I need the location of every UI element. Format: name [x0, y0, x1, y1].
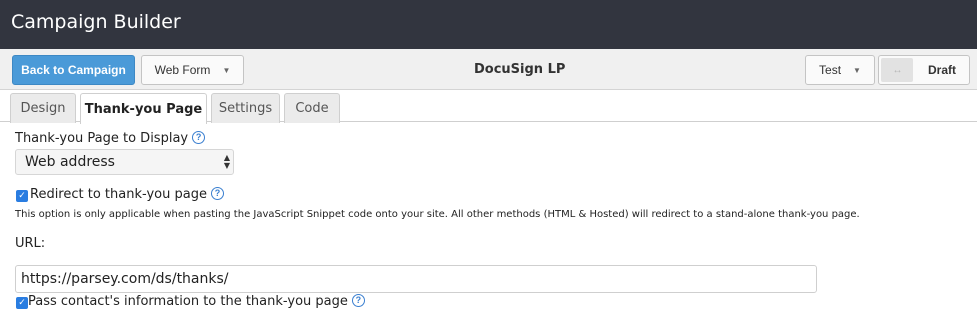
form-type-label: Web Form	[154, 63, 211, 77]
tab-thank-you-page[interactable]: Thank-you Page	[80, 93, 207, 124]
display-field-label: Thank-you Page to Display?	[15, 131, 206, 146]
updown-arrows-icon: ▲ ▼	[223, 153, 230, 170]
redirect-label-text: Redirect to thank-you page	[30, 187, 207, 202]
tab-settings[interactable]: Settings	[211, 93, 280, 123]
redirect-note: This option is only applicable when past…	[15, 209, 860, 220]
test-dropdown[interactable]: Test ▼	[805, 55, 875, 85]
title-bar: Campaign Builder	[0, 0, 977, 49]
tab-design[interactable]: Design	[10, 93, 76, 123]
help-icon[interactable]: ?	[210, 187, 224, 200]
tab-bar: Design Thank-you Page Settings Code	[0, 91, 977, 124]
page-name: DocuSign LP	[474, 62, 566, 77]
caret-down-icon: ▼	[853, 65, 861, 75]
pass-contact-checkbox[interactable]: ✓	[16, 297, 28, 309]
app-title: Campaign Builder	[11, 11, 181, 33]
help-icon[interactable]: ?	[192, 131, 206, 144]
caret-down-icon: ▼	[222, 65, 231, 75]
url-input[interactable]: https://parsey.com/ds/thanks/	[15, 265, 817, 293]
redirect-checkbox[interactable]: ✓	[16, 190, 28, 202]
toolbar: Back to Campaign Web Form ▼ DocuSign LP …	[0, 49, 977, 90]
help-icon[interactable]: ?	[351, 294, 365, 307]
redirect-field-label: Redirect to thank-you page?	[30, 187, 224, 202]
form-type-dropdown[interactable]: Web Form ▼	[141, 55, 244, 85]
url-input-value: https://parsey.com/ds/thanks/	[21, 271, 229, 287]
pass-contact-field-label: Pass contact's information to the thank-…	[28, 294, 365, 309]
tab-code[interactable]: Code	[284, 93, 340, 123]
toggle-arrows-icon: ↔	[881, 58, 913, 82]
status-toggle[interactable]: ↔ Draft	[878, 55, 970, 85]
display-select[interactable]: Web address ▲ ▼	[15, 149, 234, 175]
url-label: URL:	[15, 236, 46, 251]
display-select-value: Web address	[25, 154, 115, 170]
back-to-campaign-button[interactable]: Back to Campaign	[12, 55, 135, 85]
pass-contact-label-text: Pass contact's information to the thank-…	[28, 294, 348, 309]
thank-you-page-panel: Thank-you Page to Display? Web address ▲…	[0, 122, 977, 328]
status-label: Draft	[927, 63, 956, 77]
test-label: Test	[819, 63, 842, 77]
display-label-text: Thank-you Page to Display	[15, 131, 189, 146]
